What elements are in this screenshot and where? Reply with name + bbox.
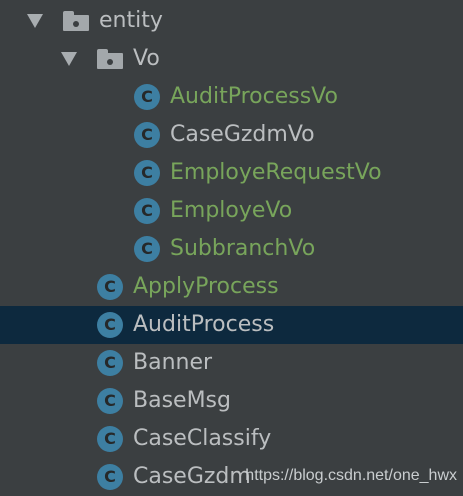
- class-icon-letter: C: [141, 163, 153, 182]
- class-icon-letter: C: [141, 87, 153, 106]
- class-icon: C: [97, 274, 123, 300]
- tree-item[interactable]: C EmployeVo: [0, 192, 463, 230]
- class-icon: C: [134, 122, 160, 148]
- tree-item[interactable]: C ApplyProcess: [0, 268, 463, 306]
- class-icon-letter: C: [104, 315, 116, 334]
- tree-item-label: EmployeVo: [170, 198, 293, 223]
- class-icon-letter: C: [104, 429, 116, 448]
- class-icon: C: [97, 426, 123, 452]
- folder-label: Vo: [133, 46, 160, 71]
- tree-item-label: CaseClassify: [133, 426, 272, 451]
- tree-item-label: AuditProcess: [133, 312, 275, 337]
- class-icon: C: [134, 236, 160, 262]
- tree-item[interactable]: C CaseClassify: [0, 420, 463, 458]
- tree-item[interactable]: C SubbranchVo: [0, 230, 463, 268]
- expand-arrow-icon[interactable]: [61, 52, 77, 66]
- tree-folder-entity[interactable]: entity: [0, 2, 463, 40]
- tree-item-label: AuditProcessVo: [170, 84, 338, 109]
- tree-item[interactable]: C AuditProcessVo: [0, 78, 463, 116]
- tree-item-label: SubbranchVo: [170, 236, 316, 261]
- class-icon: C: [97, 464, 123, 490]
- tree-item[interactable]: C EmployeRequestVo: [0, 154, 463, 192]
- folder-icon: [97, 49, 125, 69]
- tree-item[interactable]: C Banner: [0, 344, 463, 382]
- class-icon: C: [97, 388, 123, 414]
- tree-item[interactable]: C BaseMsg: [0, 382, 463, 420]
- class-icon: C: [97, 350, 123, 376]
- class-icon-letter: C: [141, 201, 153, 220]
- folder-label: entity: [99, 8, 163, 33]
- tree-item-label: CaseGzdmVo: [170, 122, 315, 147]
- class-icon-letter: C: [104, 391, 116, 410]
- tree-item-label: CaseGzdm: [133, 464, 251, 489]
- class-icon: C: [97, 312, 123, 338]
- class-icon-letter: C: [104, 353, 116, 372]
- tree-item-label: EmployeRequestVo: [170, 160, 382, 185]
- class-icon-letter: C: [141, 239, 153, 258]
- tree-item[interactable]: C AuditProcess: [0, 306, 463, 344]
- tree-folder-vo[interactable]: Vo: [0, 40, 463, 78]
- class-icon-letter: C: [141, 125, 153, 144]
- class-icon: C: [134, 160, 160, 186]
- class-icon-letter: C: [104, 277, 116, 296]
- tree-item-label: Banner: [133, 350, 213, 375]
- class-icon: C: [134, 84, 160, 110]
- expand-arrow-icon[interactable]: [27, 14, 43, 28]
- folder-icon: [63, 11, 91, 31]
- class-icon: C: [134, 198, 160, 224]
- tree-item[interactable]: C CaseGzdmVo: [0, 116, 463, 154]
- project-tree: entity Vo C AuditProcessVo C CaseGzdmVo C Emp…: [0, 0, 463, 493]
- tree-item-label: BaseMsg: [133, 388, 231, 413]
- tree-item-label: ApplyProcess: [133, 274, 279, 299]
- watermark-text: https://blog.csdn.net/one_hwx: [245, 467, 457, 484]
- class-icon-letter: C: [104, 467, 116, 486]
